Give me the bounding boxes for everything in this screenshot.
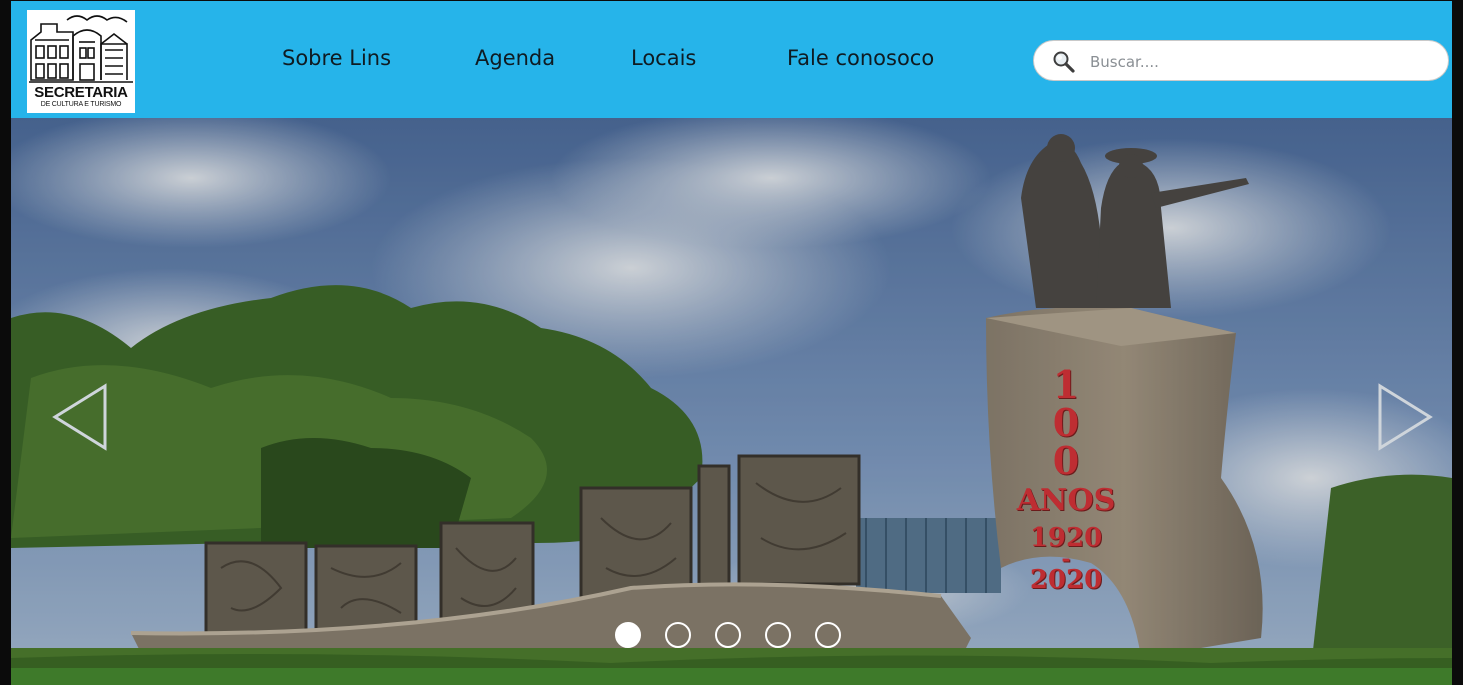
hero-carousel: 100 ANOS 1920 - 2020: [11, 118, 1452, 668]
nav-item-locais[interactable]: Locais: [631, 46, 696, 70]
site-header: SECRETARIA DE CULTURA E TURISMO Sobre Li…: [11, 1, 1452, 118]
city-building-logo-icon: [29, 15, 133, 83]
carousel-dot-3[interactable]: [715, 622, 741, 648]
carousel-indicators: [615, 622, 845, 654]
site-logo[interactable]: SECRETARIA DE CULTURA E TURISMO: [27, 10, 135, 113]
logo-title: SECRETARIA: [34, 84, 128, 101]
nav-item-fale-conosco[interactable]: Fale conosoco: [787, 46, 934, 70]
carousel-dot-2[interactable]: [665, 622, 691, 648]
search-bar: [1033, 40, 1449, 81]
chevron-left-icon[interactable]: [49, 382, 109, 452]
search-input[interactable]: [1088, 49, 1432, 75]
hero-overlay: [11, 118, 1452, 668]
bottom-strip: [11, 668, 1452, 685]
logo-subtitle: DE CULTURA E TURISMO: [40, 101, 122, 108]
search-icon[interactable]: [1052, 50, 1076, 74]
carousel-dot-5[interactable]: [815, 622, 841, 648]
carousel-dot-4[interactable]: [765, 622, 791, 648]
nav-item-sobre-lins[interactable]: Sobre Lins: [282, 46, 391, 70]
carousel-dot-1[interactable]: [615, 622, 641, 648]
chevron-right-icon[interactable]: [1376, 382, 1436, 452]
nav-item-agenda[interactable]: Agenda: [475, 46, 555, 70]
page: SECRETARIA DE CULTURA E TURISMO Sobre Li…: [0, 0, 1463, 685]
